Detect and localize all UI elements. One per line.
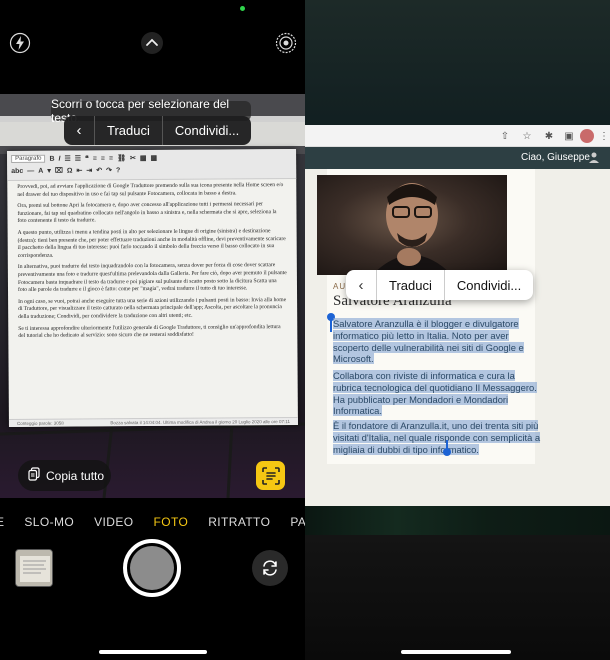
doc-paragraph: Ora, premi sul bottone Apri la fotocamer… bbox=[17, 201, 277, 225]
context-menu: ‹ Traduci Condividi... bbox=[346, 270, 534, 300]
context-menu: ‹ Traduci Condividi... bbox=[64, 116, 252, 145]
doc-paragraph: A questo punto, utilizza i menu a tendin… bbox=[17, 228, 286, 259]
sidebar-icon[interactable]: ▣ bbox=[562, 129, 576, 143]
save-status: Bozza salvata il 14:04:04. Ultima modifi… bbox=[110, 419, 290, 426]
home-indicator[interactable] bbox=[401, 650, 511, 654]
extensions-icon[interactable]: ✱ bbox=[542, 129, 556, 143]
bio-line: Salvatore Aranzulla è il blogger e divul… bbox=[333, 318, 519, 329]
bio-line: Collabora con riviste di informatica e c… bbox=[333, 370, 515, 381]
bio-line: informatico più letto in Italia. Noto pe… bbox=[333, 329, 509, 341]
bio-line: È il fondatore di Aranzulla.it, uno dei … bbox=[333, 420, 539, 431]
translate-menu-item[interactable]: Traduci bbox=[95, 116, 162, 145]
chevron-up-icon[interactable] bbox=[139, 30, 165, 56]
bio-line: rubrica tecnologica del quotidiano Il Me… bbox=[333, 381, 537, 393]
copy-all-label: Copia tutto bbox=[46, 468, 105, 483]
doc-paragraph: In ogni caso, se vuoi, potrai anche eseg… bbox=[18, 296, 287, 320]
doc-paragraph: Se ti interessa approfondire ulteriormen… bbox=[18, 323, 281, 340]
bio-line: Informatica. bbox=[333, 405, 382, 417]
paragraph-style-select: Paragrafo bbox=[11, 154, 46, 163]
mode-timelapse[interactable]: E bbox=[0, 515, 4, 529]
browser-toolbar: ⇧ ☆ ✱ ▣ ⋮ bbox=[305, 125, 610, 147]
captured-document: Paragrafo BI ☰ ☰ ❝ ≡ ≡ ≡ ⛓ ✂ ▦ ▦ abc — A ▾ ⌧ Ω ⇤ ⇥ ↶ ↷… bbox=[7, 148, 298, 428]
copy-all-button[interactable]: Copia tutto bbox=[18, 460, 111, 491]
foreground-plant bbox=[305, 506, 610, 536]
last-photo-thumbnail[interactable] bbox=[15, 549, 53, 587]
bio-line: Microsoft. bbox=[333, 353, 374, 365]
profile-avatar-icon[interactable] bbox=[580, 129, 594, 143]
share-menu-item[interactable]: Condividi... bbox=[163, 116, 251, 145]
user-greeting[interactable]: Ciao, Giuseppe bbox=[521, 152, 590, 163]
share-icon[interactable]: ⇧ bbox=[498, 129, 512, 143]
camera-mode-selector: E SLO-MO VIDEO FOTO RITRATTO PANORAMICA bbox=[0, 512, 305, 532]
doc-paragraph: In alternativa, puoi tradurre del testo … bbox=[17, 262, 287, 294]
copy-text-icon bbox=[28, 467, 40, 484]
browser-photo-panel: ⇧ ☆ ✱ ▣ ⋮ Ciao, Giuseppe AUTORE Salvator… bbox=[305, 0, 610, 660]
mode-panorama[interactable]: PANORAMICA bbox=[290, 515, 305, 529]
mode-slomo[interactable]: SLO-MO bbox=[24, 515, 74, 529]
bio-paragraph[interactable]: Salvatore Aranzulla è il blogger e divul… bbox=[333, 318, 524, 365]
flash-off-icon[interactable] bbox=[7, 30, 33, 56]
home-indicator[interactable] bbox=[99, 650, 207, 654]
bio-paragraph[interactable]: È il fondatore di Aranzulla.it, uno dei … bbox=[333, 420, 541, 455]
menu-dots-icon[interactable]: ⋮ bbox=[597, 129, 610, 143]
bio-paragraph[interactable]: Collabora con riviste di informatica e c… bbox=[333, 370, 537, 417]
chevron-left-icon[interactable]: ‹ bbox=[346, 270, 376, 300]
chevron-left-icon[interactable]: ‹ bbox=[64, 116, 94, 145]
selection-start-bar bbox=[330, 318, 332, 332]
bio-line: visitati d'Italia, nel quale risponde co… bbox=[333, 431, 541, 443]
mode-photo[interactable]: FOTO bbox=[154, 515, 189, 529]
word-count: Conteggio parole: 3058 bbox=[16, 420, 64, 426]
bio-line: migliaia di dubbi di tipo informatico. bbox=[333, 443, 479, 455]
document-body: Provvedi, poi, ad avviare l'applicazione… bbox=[7, 179, 297, 341]
mode-video[interactable]: VIDEO bbox=[94, 515, 133, 529]
flip-camera-icon[interactable] bbox=[252, 550, 288, 586]
share-menu-item[interactable]: Condividi... bbox=[445, 270, 533, 300]
photo-floor bbox=[305, 535, 610, 660]
bookmark-star-icon[interactable]: ☆ bbox=[520, 129, 534, 143]
bio-line: Ha pubblicato per Mondadori e Mondadori bbox=[333, 393, 509, 405]
selection-end-handle[interactable] bbox=[443, 448, 451, 456]
live-photo-icon[interactable] bbox=[273, 30, 299, 56]
editor-toolbar: Paragrafo BI ☰ ☰ ❝ ≡ ≡ ≡ ⛓ ✂ ▦ ▦ abc — A ▾ ⌧ Ω ⇤ ⇥ ↶ ↷… bbox=[7, 148, 297, 182]
shutter-button[interactable] bbox=[123, 539, 181, 597]
live-text-icon[interactable] bbox=[256, 461, 285, 490]
bio-line: scoperto delle vulnerabilità nei siti di… bbox=[333, 341, 524, 353]
camera-panel: Paragrafo BI ☰ ☰ ❝ ≡ ≡ ≡ ⛓ ✂ ▦ ▦ abc — A ▾ ⌧ Ω ⇤ ⇥ ↶ ↷… bbox=[0, 0, 305, 660]
doc-paragraph: Provvedi, poi, ad avviare l'applicazione… bbox=[17, 182, 284, 198]
user-icon[interactable] bbox=[589, 152, 599, 163]
camera-active-indicator bbox=[240, 6, 245, 11]
translate-menu-item[interactable]: Traduci bbox=[377, 270, 444, 300]
author-portrait bbox=[317, 175, 507, 275]
mode-portrait[interactable]: RITRATTO bbox=[208, 515, 270, 529]
